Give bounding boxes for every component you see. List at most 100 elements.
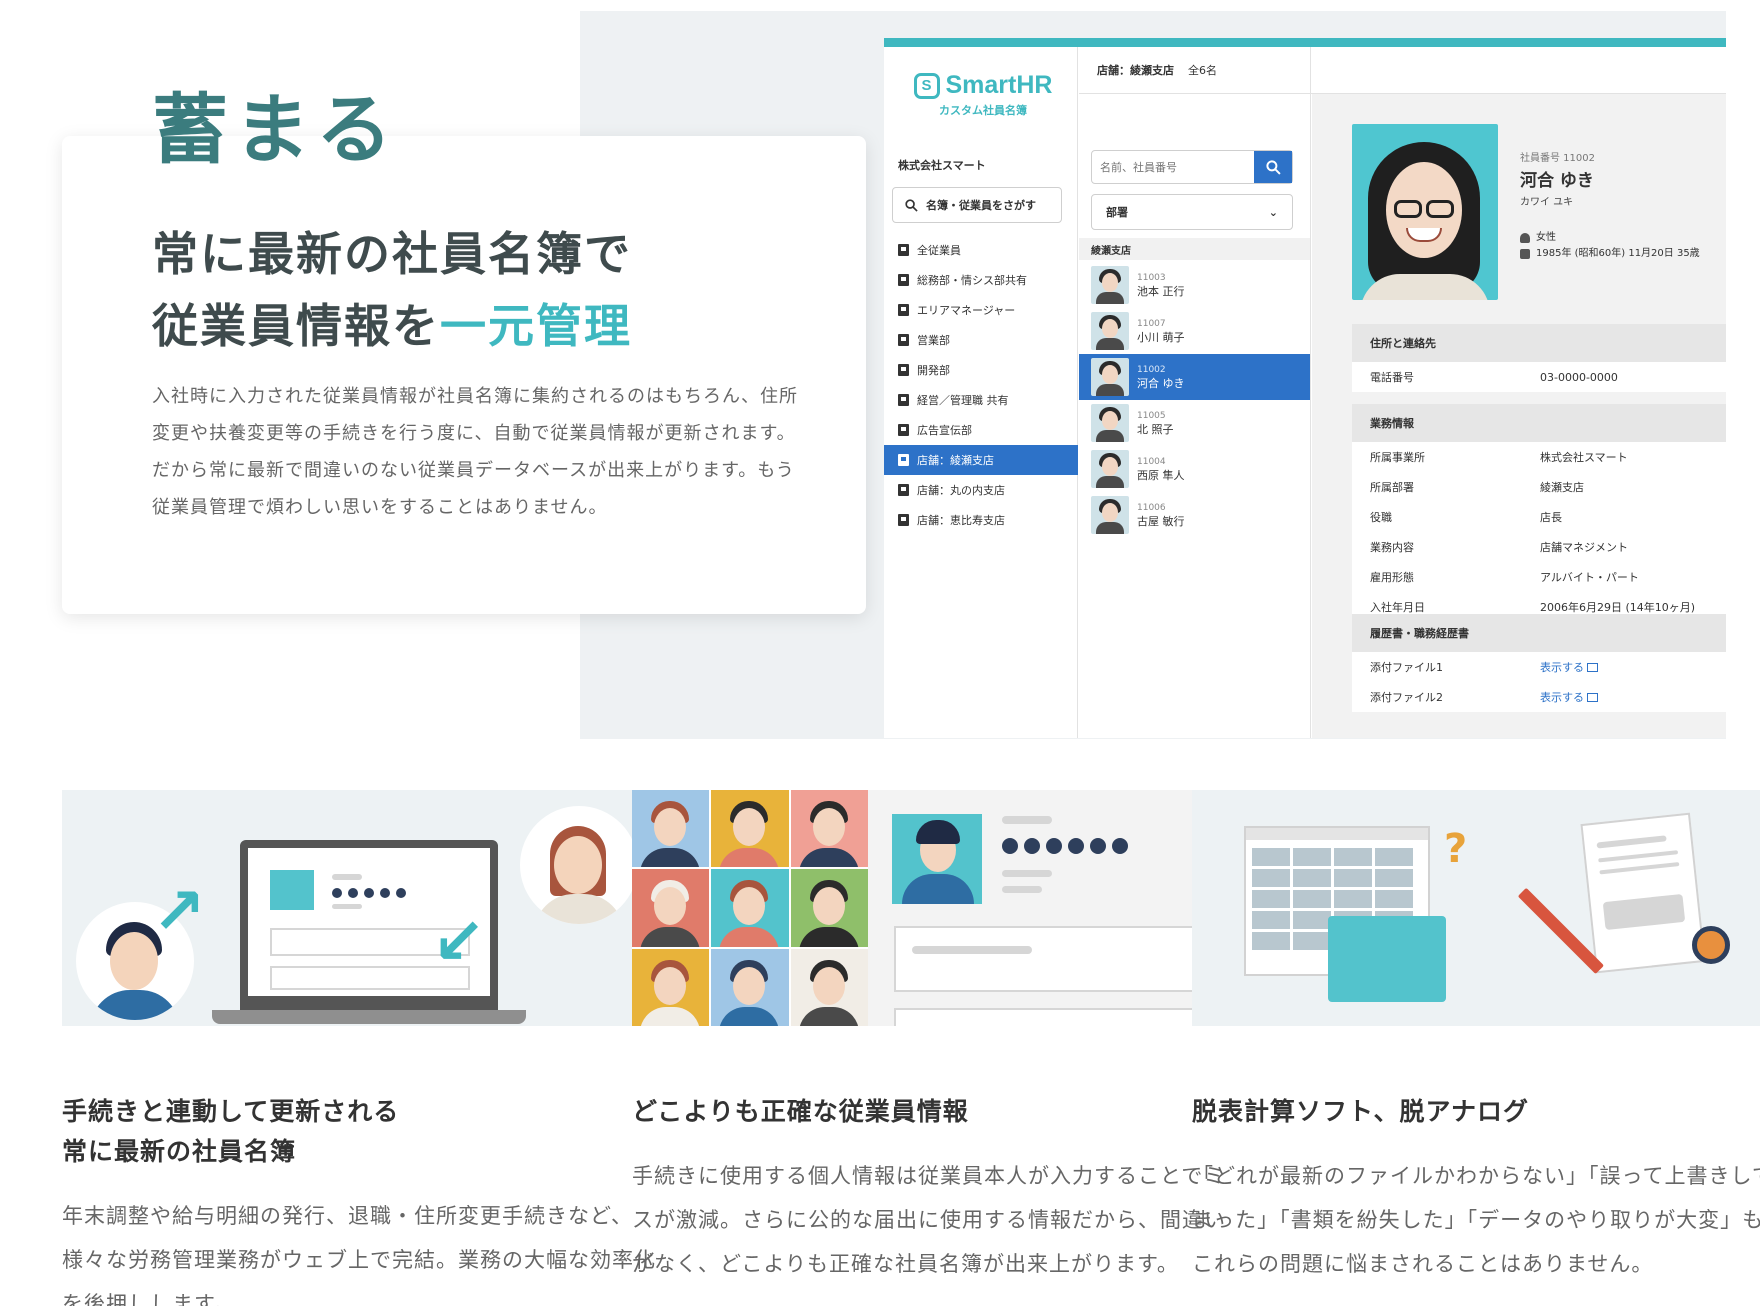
search-icon <box>1265 159 1281 175</box>
employee-row[interactable]: 11003 池本 正行 <box>1079 262 1310 308</box>
sidebar-item[interactable]: 全従業員 <box>884 235 1078 265</box>
sidebar-item-label: 開発部 <box>917 364 950 377</box>
feature-card-2: どこよりも正確な従業員情報 手続きに使用する個人情報は従業員本人が入力することで… <box>632 790 1245 1286</box>
hero-title-accent: 一元管理 <box>440 299 632 353</box>
link-label: 表示する <box>1540 661 1584 674</box>
employee-row[interactable]: 11002 河合 ゆき <box>1079 354 1310 400</box>
sidebar-item[interactable]: 広告宣伝部 <box>884 415 1078 445</box>
link-label: 表示する <box>1540 691 1584 704</box>
sidebar-item[interactable]: 店舗：丸の内支店 <box>884 475 1078 505</box>
field-value: 03-0000-0000 <box>1540 370 1618 384</box>
sidebar: S SmartHR カスタム社員名簿 株式会社スマート 名簿・従業員をさがす 全従… <box>884 47 1078 738</box>
person-icon <box>1520 233 1530 243</box>
employee-list: 11003 池本 正行 11007 小川 萌子 11002 河合 ゆき 11005 北 照子 1… <box>1079 262 1310 538</box>
feature-title-line1: どこよりも正確な従業員情報 <box>632 1097 969 1126</box>
book-icon <box>898 424 909 436</box>
folder-icon <box>1328 916 1446 1002</box>
sidebar-item[interactable]: 総務部・情シス部共有 <box>884 265 1078 295</box>
sidebar-item-label: 広告宣伝部 <box>917 424 972 437</box>
feature-illustration-accurate <box>632 790 1245 1026</box>
sidebar-item[interactable]: 経営／管理職 共有 <box>884 385 1078 415</box>
people-grid-illustration <box>632 790 868 1026</box>
app-screenshot: S SmartHR カスタム社員名簿 株式会社スマート 名簿・従業員をさがす 全従… <box>884 38 1726 738</box>
section-row: 役職 店長 <box>1352 502 1726 532</box>
profile-gender: 女性 <box>1536 232 1556 243</box>
employee-search-input[interactable] <box>1092 151 1254 183</box>
external-link-icon <box>1587 662 1598 672</box>
external-link-icon <box>1587 692 1598 702</box>
field-label: 入社年月日 <box>1370 601 1425 614</box>
field-value: 綾瀬支店 <box>1540 481 1584 494</box>
avatar <box>1091 312 1129 350</box>
logo-subtitle: カスタム社員名簿 <box>939 104 1027 117</box>
sidebar-search-button[interactable]: 名簿・従業員をさがす <box>892 187 1062 223</box>
profile-name: 河合 ゆき <box>1520 171 1594 191</box>
stamp-icon <box>1692 926 1730 964</box>
avatar <box>1091 450 1129 488</box>
field-label: 所属事業所 <box>1370 451 1425 464</box>
female-person-illustration <box>520 806 638 924</box>
feature-illustration-analog: ? <box>1192 790 1760 1026</box>
employee-number: 11003 <box>1137 273 1166 283</box>
field-value: 店舗マネジメント <box>1540 541 1628 554</box>
sidebar-item[interactable]: 店舗：綾瀬支店 <box>884 445 1078 475</box>
group-header: 綾瀬支店 <box>1079 238 1310 260</box>
feature-illustration-sync: ↗ ↙ <box>62 790 675 1026</box>
section-header: 業務情報 <box>1352 404 1726 442</box>
sidebar-item[interactable]: 開発部 <box>884 355 1078 385</box>
avatar <box>1091 358 1129 396</box>
feature-description: 「どれが最新のファイルかわからない」「誤って上書きしてしまった」「書類を紛失した… <box>1192 1164 1760 1276</box>
sidebar-item[interactable]: 営業部 <box>884 325 1078 355</box>
feature-description: 年末調整や給与明細の発行、退職・住所変更手続きなど、様々な労務管理業務がウェブ上… <box>62 1204 656 1306</box>
feature-title-line1: 脱表計算ソフト、脱アナログ <box>1192 1097 1530 1126</box>
sidebar-item-label: エリアマネージャー <box>917 304 1016 317</box>
book-icon <box>898 514 909 526</box>
sidebar-item[interactable]: エリアマネージャー <box>884 295 1078 325</box>
sidebar-item-label: 全従業員 <box>917 244 961 257</box>
field-label: 雇用形態 <box>1370 571 1414 584</box>
feature-title: 脱表計算ソフト、脱アナログ <box>1192 1092 1760 1132</box>
field-value: 株式会社スマート <box>1540 451 1628 464</box>
book-icon <box>898 484 909 496</box>
search-icon <box>905 198 918 212</box>
field-label: 添付ファイル2 <box>1370 691 1443 704</box>
profile-summary: 社員番号 11002 河合 ゆき カワイ ユキ 女性 1985年 (昭和60年)… <box>1520 150 1700 262</box>
section-row: 所属事業所 株式会社スマート <box>1352 442 1726 472</box>
feature-title: 手続きと連動して更新される 常に最新の社員名簿 <box>62 1092 675 1172</box>
employee-row[interactable]: 11006 古屋 敏行 <box>1079 492 1310 538</box>
employee-row[interactable]: 11007 小川 萌子 <box>1079 308 1310 354</box>
sidebar-item-label: 店舗：恵比寿支店 <box>917 514 1005 527</box>
view-file-link[interactable]: 表示する <box>1540 659 1598 675</box>
employee-detail: 社員番号 11002 河合 ゆき カワイ ユキ 女性 1985年 (昭和60年)… <box>1312 94 1726 738</box>
book-icon <box>898 304 909 316</box>
section-row: 業務内容 店舗マネジメント <box>1352 532 1726 562</box>
employee-name: 西原 隼人 <box>1137 469 1185 482</box>
employee-search-button[interactable] <box>1254 151 1292 183</box>
feature-title-line1: 手続きと連動して更新される <box>62 1097 400 1126</box>
company-name: 株式会社スマート <box>898 159 986 172</box>
section-row: 所属部署 綾瀬支店 <box>1352 472 1726 502</box>
cake-icon <box>1520 249 1530 259</box>
profile-kana: カワイ ユキ <box>1520 197 1574 208</box>
book-icon <box>898 454 909 466</box>
sidebar-item-label: 経営／管理職 共有 <box>917 394 1009 407</box>
hero-title-line2: 従業員情報を <box>152 299 440 353</box>
arrow-up-icon: ↗ <box>152 875 206 949</box>
section-row: 添付ファイル1 表示する <box>1352 652 1726 682</box>
sidebar-item[interactable]: 店舗：恵比寿支店 <box>884 505 1078 535</box>
employee-row[interactable]: 11004 西原 隼人 <box>1079 446 1310 492</box>
question-mark-icon: ? <box>1444 826 1468 872</box>
employee-row[interactable]: 11005 北 照子 <box>1079 400 1310 446</box>
department-select[interactable]: 部署 ⌄ <box>1091 194 1293 230</box>
employee-name: 古屋 敏行 <box>1137 515 1185 528</box>
employee-photo <box>1352 124 1498 300</box>
hero-description: 入社時に入力された従業員情報が社員名簿に集約されるのはもちろん、住所変更や扶養変… <box>152 386 798 518</box>
feature-title-line2: 常に最新の社員名簿 <box>62 1137 297 1166</box>
feature-card-3: ? 脱表計算ソフト、脱アナログ 「どれが最新のファイルかわからない」「誤って上書… <box>1192 790 1760 1286</box>
field-value: 店長 <box>1540 511 1562 524</box>
hero-card <box>62 136 866 614</box>
view-file-link[interactable]: 表示する <box>1540 689 1598 705</box>
book-icon <box>898 334 909 346</box>
smarthr-logo[interactable]: S SmartHR カスタム社員名簿 <box>908 71 1058 118</box>
department-select-value: 部署 <box>1106 206 1128 219</box>
